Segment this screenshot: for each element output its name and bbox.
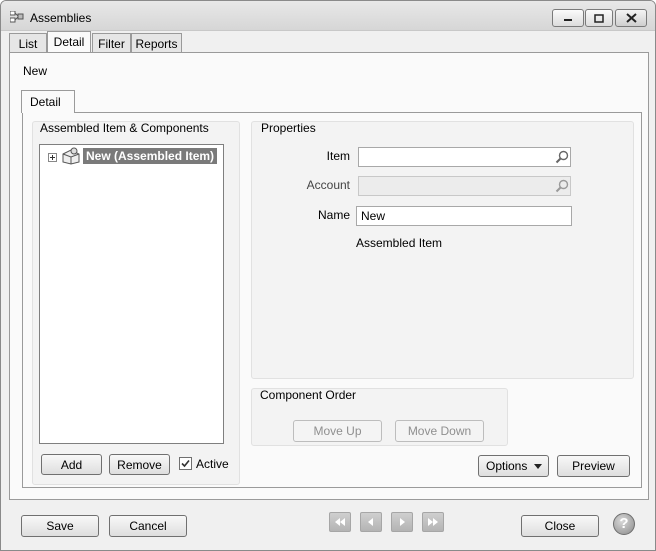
- minimize-icon: [564, 19, 572, 21]
- properties-group-title: Properties: [261, 121, 316, 135]
- window-title: Assemblies: [30, 11, 92, 25]
- inner-tab-detail[interactable]: Detail: [21, 90, 75, 113]
- close-button[interactable]: Close: [521, 515, 599, 537]
- components-group-title: Assembled Item & Components: [40, 121, 209, 135]
- next-record-button[interactable]: [391, 512, 413, 532]
- search-icon[interactable]: [555, 150, 569, 164]
- add-button[interactable]: Add: [41, 454, 102, 475]
- inner-detail-panel: Assembled Item & Components New (Assembl…: [22, 112, 642, 488]
- component-order-title: Component Order: [260, 388, 357, 402]
- record-heading: New: [23, 64, 48, 78]
- remove-button[interactable]: Remove: [109, 454, 170, 475]
- active-label: Active: [196, 457, 229, 471]
- last-record-button[interactable]: [422, 512, 444, 532]
- properties-group: Properties Item Account Name Assembled I…: [251, 121, 634, 379]
- item-input[interactable]: [358, 147, 571, 167]
- dropdown-arrow-icon: [534, 464, 542, 469]
- first-record-button[interactable]: [329, 512, 351, 532]
- detail-panel: New Detail Assembled Item & Components N…: [9, 52, 649, 500]
- item-label: Item: [326, 149, 350, 163]
- move-down-button[interactable]: Move Down: [395, 420, 484, 442]
- help-icon[interactable]: ?: [613, 513, 635, 535]
- tree-node-root[interactable]: New (Assembled Item): [83, 148, 218, 164]
- tab-filter[interactable]: Filter: [92, 33, 131, 53]
- assemblies-window: Assemblies List Detail Filter Reports Ne…: [0, 0, 656, 551]
- preview-button[interactable]: Preview: [557, 455, 630, 477]
- account-input: [358, 176, 571, 196]
- close-icon: [625, 13, 637, 23]
- options-label: Options: [486, 459, 528, 473]
- item-type-text: Assembled Item: [356, 236, 443, 250]
- first-icon: [335, 518, 345, 526]
- tab-detail[interactable]: Detail: [47, 31, 91, 53]
- components-group: Assembled Item & Components New (Assembl…: [32, 121, 240, 485]
- maximize-icon: [594, 13, 604, 23]
- components-tree[interactable]: New (Assembled Item): [39, 144, 224, 444]
- cancel-button[interactable]: Cancel: [109, 515, 187, 537]
- close-window-button[interactable]: [615, 9, 647, 27]
- checkmark-icon: [181, 459, 190, 468]
- save-button[interactable]: Save: [21, 515, 99, 537]
- assembly-icon: [62, 147, 80, 165]
- maximize-button[interactable]: [585, 9, 613, 27]
- minimize-button[interactable]: [552, 9, 584, 27]
- active-checkbox[interactable]: [179, 457, 192, 470]
- previous-icon: [368, 518, 373, 526]
- previous-record-button[interactable]: [360, 512, 382, 532]
- search-icon: [555, 179, 569, 193]
- move-up-button[interactable]: Move Up: [293, 420, 382, 442]
- title-bar[interactable]: Assemblies: [1, 1, 655, 31]
- tab-list[interactable]: List: [9, 33, 47, 53]
- last-icon: [428, 518, 438, 526]
- name-label: Name: [317, 208, 350, 222]
- app-icon: [10, 11, 24, 23]
- account-label: Account: [306, 178, 350, 192]
- name-input[interactable]: [356, 206, 572, 226]
- next-icon: [400, 518, 405, 526]
- options-button[interactable]: Options: [478, 455, 549, 477]
- expand-icon[interactable]: [48, 153, 57, 162]
- tab-reports[interactable]: Reports: [131, 33, 182, 53]
- component-order-group: Component Order Move Up Move Down: [251, 388, 508, 446]
